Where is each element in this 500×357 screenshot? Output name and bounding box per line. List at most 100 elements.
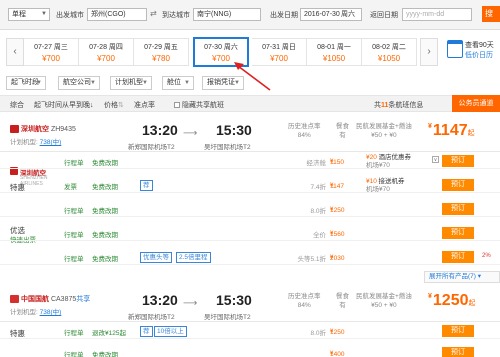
- chevron-down-icon: ▼: [234, 80, 240, 86]
- meal-label: 餐食: [336, 293, 349, 300]
- arrive-airport: 吴圩国际机场T2: [204, 144, 251, 151]
- filter-reimbursement[interactable]: 报销凭证 ▼: [202, 76, 244, 90]
- depart-label: 出发日期: [270, 12, 298, 19]
- flight-count: 共11条航班信息: [374, 100, 423, 110]
- return-date-input[interactable]: yyyy-mm-dd: [402, 8, 472, 21]
- plane-label: 计划机型:: [10, 309, 38, 316]
- price-suffix: 起: [468, 300, 476, 307]
- fare-tag: 优惠头等: [140, 252, 172, 263]
- flight-header: 深圳航空 ZH9435 计划机型: 738(中) 13:20 ⟶ 15:30 新…: [0, 118, 500, 152]
- book-button[interactable]: 预订: [442, 179, 474, 191]
- fare-price: ¥1560: [330, 231, 345, 238]
- fare-discount: 头等5.1折: [297, 256, 326, 263]
- extra-mark: 2%: [482, 253, 491, 259]
- fare-cabin: 行程单: [64, 208, 84, 215]
- trip-type-select[interactable]: 单程 ▼: [8, 8, 50, 21]
- search-button[interactable]: 搜: [482, 6, 500, 22]
- filter-plane-type[interactable]: 计划机型 ▼: [110, 76, 152, 90]
- gift-amount: ¥20: [366, 154, 377, 161]
- date-tab[interactable]: 07-28 周四 ¥700: [79, 38, 134, 66]
- date-tab-price: ¥700: [270, 54, 288, 63]
- tax-value: ¥50 + ¥0: [371, 132, 397, 139]
- expand-icon[interactable]: ∨: [432, 156, 439, 163]
- hide-shared-checkbox[interactable]: 隐藏共享航班: [174, 100, 224, 110]
- civil-servant-button[interactable]: 公务员通道: [452, 95, 500, 112]
- plane-label: 计划机型:: [10, 139, 38, 146]
- plane-link[interactable]: 738(中): [40, 139, 62, 146]
- fare-rules[interactable]: 退改¥125起: [92, 327, 126, 337]
- from-city-input[interactable]: 郑州(CGO): [87, 8, 147, 21]
- hide-shared-label: 隐藏共享航班: [182, 102, 224, 109]
- book-button[interactable]: 预订: [442, 203, 474, 215]
- swap-icon[interactable]: ⇄: [150, 9, 157, 18]
- arrive-time: 15:30: [216, 292, 252, 308]
- sort-depart-time[interactable]: 起飞时间从早到晚↓: [34, 100, 94, 110]
- price-value: 1147: [432, 122, 468, 139]
- tax-info: 民航发展基金+燃油 ¥50 + ¥0: [356, 122, 412, 140]
- book-button[interactable]: 预订: [442, 251, 474, 263]
- plane-link[interactable]: 738(中): [40, 309, 62, 316]
- fare-rules[interactable]: 免费改期: [92, 181, 118, 191]
- calendar-line1: 查看90天: [465, 42, 494, 49]
- to-city-input[interactable]: 南宁(NNG): [193, 8, 261, 21]
- plane-type: 计划机型: 738(中): [10, 306, 61, 316]
- flight-header: 中国国航 CA3875共享 计划机型: 738(中) 13:20 ⟶ 15:30…: [0, 288, 500, 322]
- filter-label: 舱位: [167, 79, 181, 86]
- fare-gift: ¥20 酒店优惠券 机场¥70: [366, 154, 411, 170]
- low-price-calendar-link[interactable]: 查看90天 低价日历: [447, 38, 500, 66]
- fare-tag-miles: 10倍以上: [154, 326, 187, 337]
- depart-airport: 新郑国际机场T2: [128, 144, 175, 151]
- fare-rules[interactable]: 免费改期: [92, 349, 118, 357]
- plane-type: 计划机型: 738(中): [10, 136, 61, 146]
- depart-date-input[interactable]: 2016-07-30 周六: [300, 8, 362, 21]
- filter-cabin[interactable]: 舱位 ▼: [162, 76, 194, 90]
- trip-type-value: 单程: [12, 11, 26, 18]
- on-time-value: 84%: [297, 132, 311, 139]
- date-tab-selected[interactable]: 07-30 周六 ¥700: [193, 37, 249, 67]
- return-label: 返回日期: [370, 12, 398, 19]
- fare-price: ¥1250: [330, 329, 345, 336]
- fare-rules[interactable]: 免费改期: [92, 229, 118, 239]
- book-button[interactable]: 预订: [442, 347, 474, 357]
- prev-dates-button[interactable]: ‹: [6, 38, 24, 66]
- date-tab[interactable]: 08-01 周一 ¥1050: [307, 38, 362, 66]
- sort-price[interactable]: 价格⇅: [104, 100, 124, 110]
- filter-airline[interactable]: 航空公司 ▼: [58, 76, 100, 90]
- date-tab[interactable]: 07-31 周日 ¥700: [252, 38, 307, 66]
- airline-name: 深圳航空 ZH9435: [21, 124, 76, 134]
- tax-info: 民航发展基金+燃油 ¥50 + ¥0: [356, 292, 412, 310]
- tax-label: 民航发展基金+燃油: [356, 293, 412, 300]
- arrow-right-icon: ⟶: [183, 298, 198, 309]
- book-button[interactable]: 预订: [442, 325, 474, 337]
- date-tab[interactable]: 07-29 周五 ¥780: [134, 38, 189, 66]
- book-button[interactable]: 预订: [442, 155, 474, 167]
- airline-logo-icon: [10, 125, 19, 133]
- chevron-left-icon: ‹: [13, 46, 17, 57]
- fare-rules[interactable]: 免费改期: [92, 253, 118, 263]
- fare-price: ¥1400: [330, 351, 345, 357]
- date-tab-date: 08-02 周二: [372, 44, 406, 51]
- arrive-time: 15:30: [216, 122, 252, 138]
- date-tab[interactable]: 08-02 周二 ¥1050: [362, 38, 417, 66]
- gift-amount: ¥10: [366, 178, 377, 185]
- fare-rules[interactable]: 免费改期: [92, 205, 118, 215]
- filter-label: 航空公司: [63, 79, 91, 86]
- date-tab-price: ¥1050: [322, 54, 346, 63]
- chevron-down-icon: ▼: [90, 80, 96, 86]
- filter-depart-time[interactable]: 起飞时段 ▼: [6, 76, 46, 90]
- date-tab[interactable]: 07-27 周三 ¥700: [24, 38, 79, 66]
- filter-label: 计划机型: [115, 79, 143, 86]
- fare-discount: 全价: [313, 232, 326, 239]
- book-button[interactable]: 预订: [442, 227, 474, 239]
- on-time-label: 历史准点率: [288, 123, 321, 130]
- fare-discount: 8.0折: [310, 208, 326, 215]
- price-suffix: 起: [467, 130, 475, 137]
- sort-on-time[interactable]: 准点率: [134, 100, 155, 110]
- fare-rules[interactable]: 免费改期: [92, 157, 118, 167]
- fare-tag: 荐: [140, 326, 153, 337]
- next-dates-button[interactable]: ›: [420, 38, 438, 66]
- fare-price: ¥2030: [330, 255, 345, 262]
- sort-composite[interactable]: 综合: [10, 100, 24, 110]
- on-time-label: 历史准点率: [288, 293, 321, 300]
- show-all-products-button[interactable]: 展开所有产品(7) ▾: [424, 271, 500, 283]
